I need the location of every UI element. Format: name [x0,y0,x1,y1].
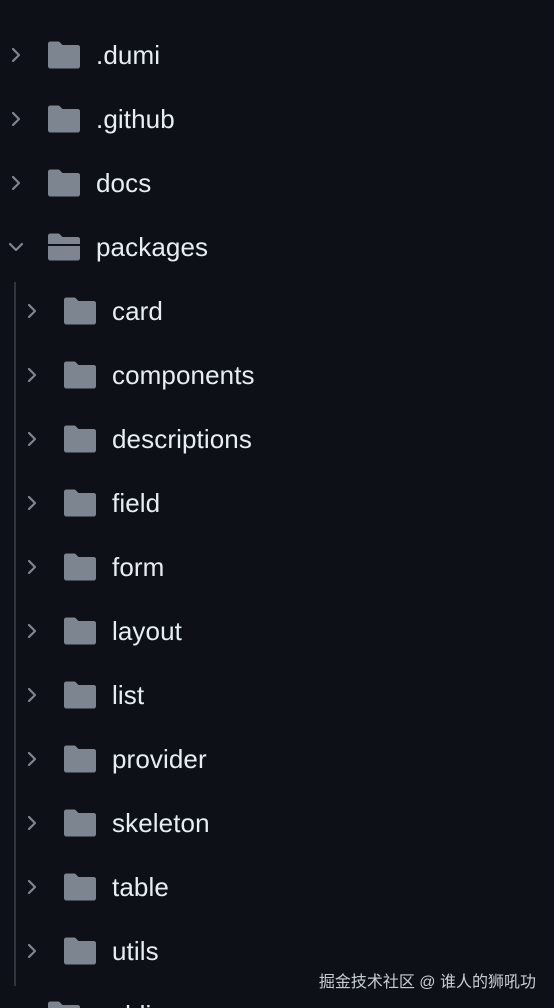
folder-icon [62,744,98,774]
chevron-right-icon[interactable] [22,557,42,577]
chevron-right-icon[interactable] [22,301,42,321]
tree-item-label: list [112,680,145,710]
folder-icon [62,872,98,902]
tree-item-field[interactable]: field [0,471,554,535]
tree-item-components[interactable]: components [0,343,554,407]
tree-item-label: field [112,488,161,518]
chevron-right-icon[interactable] [22,941,42,961]
tree-item-label: layout [112,616,182,646]
folder-icon [62,808,98,838]
chevron-right-icon[interactable] [22,365,42,385]
tree-item-label: utils [112,936,159,966]
tree-item-github[interactable]: .github [0,87,554,151]
tree-item-label: components [112,360,255,390]
tree-item-label: skeleton [112,808,210,838]
tree-item-packages[interactable]: packages [0,215,554,279]
folder-icon [62,360,98,390]
folder-icon [62,488,98,518]
folder-open-icon [46,232,82,262]
chevron-right-icon[interactable] [22,493,42,513]
chevron-right-icon[interactable] [22,429,42,449]
folder-icon [46,40,82,70]
chevron-right-icon[interactable] [6,109,26,129]
tree-item-label: provider [112,744,207,774]
tree-item-list[interactable]: list [0,663,554,727]
tree-item-label: public [96,983,165,1008]
folder-icon [46,168,82,198]
tree-item-card[interactable]: card [0,279,554,343]
tree-item-label: .github [96,104,175,134]
tree-item-layout[interactable]: layout [0,599,554,663]
tree-item-label: packages [96,232,209,262]
folder-icon [62,936,98,966]
folder-icon [62,552,98,582]
tree-item-provider[interactable]: provider [0,727,554,791]
tree-item-label: descriptions [112,424,252,454]
chevron-right-icon[interactable] [6,45,26,65]
chevron-right-icon[interactable] [22,685,42,705]
chevron-down-icon[interactable] [6,237,26,257]
tree-item-form[interactable]: form [0,535,554,599]
folder-icon [62,680,98,710]
chevron-right-icon[interactable] [22,877,42,897]
chevron-right-icon[interactable] [22,749,42,769]
folder-icon [62,424,98,454]
tree-item-table[interactable]: table [0,855,554,919]
folder-icon [46,104,82,134]
tree-item-label: docs [96,168,152,198]
chevron-right-icon[interactable] [22,813,42,833]
tree-item-label: table [112,872,169,902]
chevron-right-icon[interactable] [6,173,26,193]
watermark-text: 掘金技术社区 @ 谁人的狮吼功 [318,974,536,991]
tree-item-dumi[interactable]: .dumi [0,23,554,87]
tree-item-label: form [112,552,165,582]
tree-item-descriptions[interactable]: descriptions [0,407,554,471]
tree-item-label: card [112,296,163,326]
tree-item-label: .dumi [96,40,161,70]
folder-icon [46,1000,82,1008]
tree-item-docs[interactable]: docs [0,151,554,215]
file-tree: .dumi .github docs packages card compone… [0,0,554,1008]
folder-icon [62,296,98,326]
chevron-right-icon[interactable] [22,621,42,641]
tree-item-skeleton[interactable]: skeleton [0,791,554,855]
folder-icon [62,616,98,646]
